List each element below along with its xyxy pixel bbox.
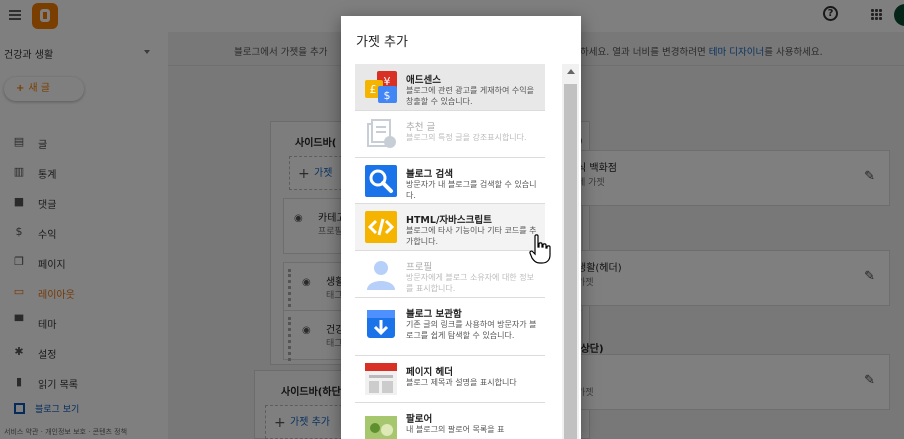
gadget-option-name: 블로그 보관함 [406, 309, 462, 320]
followers-icon [365, 410, 397, 439]
gadget-option-name: 애드센스 [406, 75, 441, 86]
gadget-option-name: HTML/자바스크립트 [406, 215, 492, 226]
gadget-option-name: 프로필 [406, 262, 433, 273]
gadget-option-desc: 방문자가 내 블로그를 검색할 수 있습니다. [406, 180, 537, 200]
gadget-option-desc: 블로그에 타사 기능이나 기타 코드를 추가합니다. [406, 226, 537, 246]
gadget-list: ¥ £ $ 애드센스 블로그에 관련 광고를 게재하여 수익을 창출할 수 있습… [355, 64, 545, 439]
gadget-option-featured-post: 추천 글 블로그의 특정 글을 강조표시합니다. [355, 111, 545, 158]
svg-text:$: $ [384, 89, 391, 102]
gadget-option-blog-search[interactable]: 블로그 검색 방문자가 내 블로그를 검색할 수 있습니다. [355, 158, 545, 204]
add-gadget-dialog: 가젯 추가 ¥ £ $ 애드센스 블로그에 관련 광고를 게재하여 수익을 창출… [341, 16, 581, 439]
gadget-option-desc: 방문자에게 블로그 소유자에 대한 정보를 표시합니다. [406, 273, 534, 293]
gadget-option-profile: 프로필 방문자에게 블로그 소유자에 대한 정보를 표시합니다. [355, 251, 545, 298]
gadget-option-desc: 블로그에 관련 광고를 게재하여 수익을 창출할 수 있습니다. [406, 86, 534, 106]
gadget-option-name: 추천 글 [406, 122, 436, 133]
gadget-option-name: 블로그 검색 [406, 169, 454, 180]
page-header-icon [365, 363, 397, 395]
html-js-icon [365, 211, 397, 243]
gadget-option-desc: 블로그의 특정 글을 강조표시합니다. [406, 133, 527, 142]
hand-cursor-icon [529, 234, 551, 264]
gadget-option-blog-archive[interactable]: 블로그 보관함 기존 글의 링크를 사용하여 방문자가 블로그를 쉽게 탐색할 … [355, 298, 545, 356]
featured-post-icon [365, 118, 397, 150]
scroll-up-arrow-icon[interactable] [567, 69, 575, 74]
gadget-option-followers[interactable]: 팔로어 내 블로그의 팔로어 목록을 표 [355, 403, 545, 439]
gadget-option-desc: 블로그 제목과 설명을 표시합니다 [406, 378, 517, 387]
profile-icon [365, 258, 397, 290]
dialog-title: 가젯 추가 [356, 35, 408, 50]
gadget-list-scrollbar[interactable] [562, 64, 579, 439]
scrollbar-thumb[interactable] [564, 84, 577, 439]
gadget-option-name: 페이지 헤더 [406, 367, 454, 378]
blog-search-icon [365, 165, 397, 197]
svg-text:£: £ [370, 83, 377, 96]
blog-archive-icon [365, 308, 397, 340]
gadget-option-name: 팔로어 [406, 414, 433, 425]
gadget-option-adsense[interactable]: ¥ £ $ 애드센스 블로그에 관련 광고를 게재하여 수익을 창출할 수 있습… [355, 64, 545, 111]
adsense-icon: ¥ £ $ [365, 71, 397, 103]
gadget-option-desc: 기존 글의 링크를 사용하여 방문자가 블로그를 쉽게 탐색할 수 있습니다. [406, 320, 537, 340]
gadget-option-page-header[interactable]: 페이지 헤더 블로그 제목과 설명을 표시합니다 [355, 356, 545, 403]
gadget-option-html-javascript[interactable]: HTML/자바스크립트 블로그에 타사 기능이나 기타 코드를 추가합니다. [355, 204, 545, 251]
gadget-option-desc: 내 블로그의 팔로어 목록을 표 [406, 425, 505, 434]
